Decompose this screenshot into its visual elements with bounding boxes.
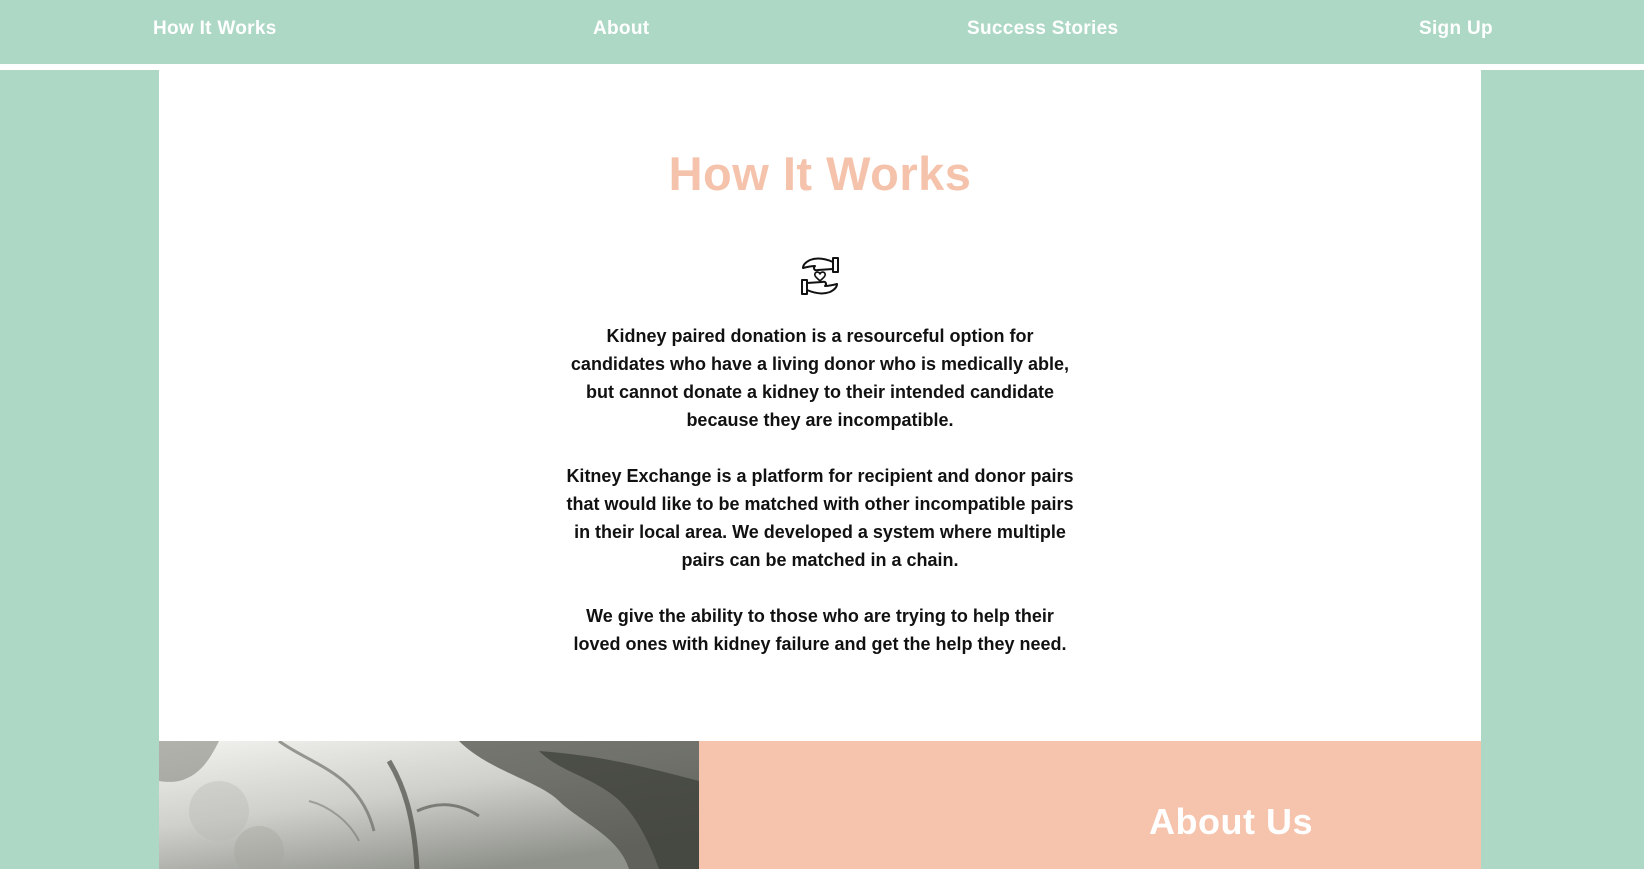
forest-photo: [159, 741, 699, 869]
how-it-works-section: How It Works Kidney paired donation is a…: [159, 70, 1481, 741]
how-it-works-paragraph-3: We give the ability to those who are try…: [573, 606, 1067, 654]
how-it-works-paragraph-1: Kidney paired donation is a resourceful …: [570, 326, 1070, 430]
nav-about[interactable]: About: [593, 18, 649, 40]
about-section: About Us: [699, 741, 1481, 869]
nav-sign-up[interactable]: Sign Up: [1419, 18, 1493, 40]
hands-heart-icon: [798, 254, 842, 298]
top-navigation: How It Works About Success Stories Sign …: [0, 0, 1644, 64]
about-title: About Us: [1149, 801, 1313, 842]
how-it-works-paragraph-2: Kitney Exchange is a platform for recipi…: [566, 466, 1074, 570]
nav-success-stories[interactable]: Success Stories: [967, 18, 1118, 40]
nav-how-it-works[interactable]: How It Works: [153, 18, 277, 40]
how-it-works-title: How It Works: [668, 147, 972, 200]
